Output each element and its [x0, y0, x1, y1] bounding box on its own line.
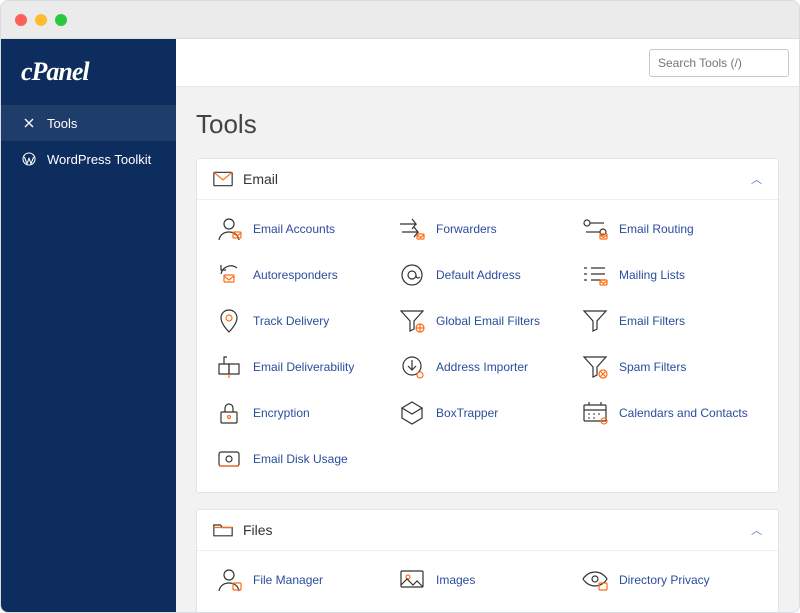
tool-label: Mailing Lists [619, 268, 685, 282]
list-icon [581, 262, 609, 288]
tool-label: Email Disk Usage [253, 452, 348, 466]
tool-email-routing[interactable]: Email Routing [579, 206, 762, 252]
tool-calendars-contacts[interactable]: Calendars and Contacts [579, 390, 762, 436]
tool-label: Autoresponders [253, 268, 338, 282]
at-icon [398, 262, 426, 288]
traffic-lights [15, 14, 67, 26]
brand-text: cPanel [21, 57, 89, 86]
tool-label: Directory Privacy [619, 573, 710, 587]
envelope-icon [213, 171, 233, 187]
tool-autoresponders[interactable]: Autoresponders [213, 252, 396, 298]
folder-icon [213, 522, 233, 538]
content-scroll: Tools Email ︿ Email Accounts [176, 87, 799, 613]
tool-email-accounts[interactable]: Email Accounts [213, 206, 396, 252]
wordpress-icon [21, 151, 37, 167]
tool-label: File Manager [253, 573, 323, 587]
chevron-up-icon: ︿ [751, 171, 762, 187]
lock-icon [215, 400, 243, 426]
tool-track-delivery[interactable]: Track Delivery [213, 298, 396, 344]
funnel-icon [581, 308, 609, 334]
tool-forwarders[interactable]: Forwarders [396, 206, 579, 252]
panel-title: Email [243, 171, 751, 187]
tool-web-disk[interactable]: Web Disk [396, 603, 579, 613]
tool-label: Calendars and Contacts [619, 406, 748, 420]
topbar [176, 39, 799, 87]
tool-label: Email Routing [619, 222, 694, 236]
image-icon [398, 567, 426, 593]
tool-label: Global Email Filters [436, 314, 540, 328]
tool-directory-privacy[interactable]: Directory Privacy [579, 557, 762, 603]
chevron-up-icon: ︿ [751, 522, 762, 538]
search-input[interactable] [649, 49, 789, 77]
app-shell: cPanel Tools WordPress Toolkit Tools [1, 39, 799, 613]
panel-body-email: Email Accounts Forwarders Email Routing [197, 200, 778, 492]
disk-icon [215, 446, 243, 472]
funnel-globe-icon [398, 308, 426, 334]
close-window-icon[interactable] [15, 14, 27, 26]
panel-files: Files ︿ File Manager Images [196, 509, 779, 613]
pin-icon [215, 308, 243, 334]
sidebar-item-wordpress[interactable]: WordPress Toolkit [1, 141, 176, 177]
window-titlebar [1, 1, 799, 39]
tool-label: Forwarders [436, 222, 497, 236]
minimize-window-icon[interactable] [35, 14, 47, 26]
tool-email-disk-usage[interactable]: Email Disk Usage [213, 436, 396, 482]
reply-icon [215, 262, 243, 288]
sidebar: cPanel Tools WordPress Toolkit [1, 39, 176, 613]
tool-label: Email Deliverability [253, 360, 354, 374]
tool-label: Images [436, 573, 475, 587]
tool-label: Email Filters [619, 314, 685, 328]
tool-label: Track Delivery [253, 314, 329, 328]
file-user-icon [215, 567, 243, 593]
tool-label: Default Address [436, 268, 521, 282]
wrench-icon [21, 115, 37, 131]
tool-label: BoxTrapper [436, 406, 498, 420]
tool-ftp-accounts[interactable]: FTP FTP Accounts [579, 603, 762, 613]
tool-label: Encryption [253, 406, 310, 420]
tool-disk-usage[interactable]: Disk Usage [213, 603, 396, 613]
tool-email-deliverability[interactable]: Email Deliverability [213, 344, 396, 390]
panel-email: Email ︿ Email Accounts Forwarders [196, 158, 779, 493]
panel-body-files: File Manager Images Directory Privacy [197, 551, 778, 613]
sidebar-item-label: WordPress Toolkit [47, 152, 151, 167]
brand-logo[interactable]: cPanel [1, 39, 176, 105]
tool-spam-filters[interactable]: Spam Filters [579, 344, 762, 390]
tool-file-manager[interactable]: File Manager [213, 557, 396, 603]
sidebar-item-label: Tools [47, 116, 77, 131]
tool-mailing-lists[interactable]: Mailing Lists [579, 252, 762, 298]
calendar-icon [581, 400, 609, 426]
panel-header[interactable]: Files ︿ [197, 510, 778, 551]
forward-icon [398, 216, 426, 242]
tool-boxtrapper[interactable]: BoxTrapper [396, 390, 579, 436]
tool-email-filters[interactable]: Email Filters [579, 298, 762, 344]
funnel-spam-icon [581, 354, 609, 380]
tool-default-address[interactable]: Default Address [396, 252, 579, 298]
eye-icon [581, 567, 609, 593]
user-icon [215, 216, 243, 242]
browser-window: cPanel Tools WordPress Toolkit Tools [0, 0, 800, 613]
tool-label: Email Accounts [253, 222, 335, 236]
tool-encryption[interactable]: Encryption [213, 390, 396, 436]
panel-header[interactable]: Email ︿ [197, 159, 778, 200]
tool-global-email-filters[interactable]: Global Email Filters [396, 298, 579, 344]
sidebar-item-tools[interactable]: Tools [1, 105, 176, 141]
tool-address-importer[interactable]: Address Importer [396, 344, 579, 390]
page-title: Tools [196, 87, 779, 158]
tool-images[interactable]: Images [396, 557, 579, 603]
maximize-window-icon[interactable] [55, 14, 67, 26]
tool-label: Address Importer [436, 360, 528, 374]
routing-icon [581, 216, 609, 242]
import-icon [398, 354, 426, 380]
box-icon [398, 400, 426, 426]
main-area: Tools Email ︿ Email Accounts [176, 39, 799, 613]
panel-title: Files [243, 522, 751, 538]
tool-label: Spam Filters [619, 360, 686, 374]
mailbox-icon [215, 354, 243, 380]
